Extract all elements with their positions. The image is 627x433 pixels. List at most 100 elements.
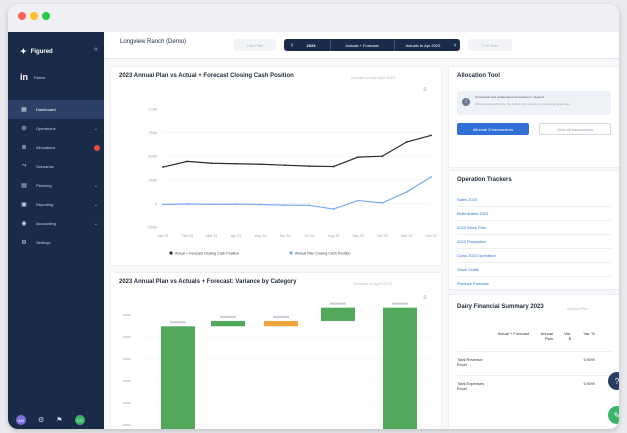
sidebar-item-planning[interactable]: ▤ Planning ⌄ — [8, 176, 104, 195]
variance-card: 2023 Annual Plan vs Actuals + Forecast: … — [110, 272, 442, 429]
sidebar-footer: AM ⚙ ⚑ CG — [16, 415, 85, 425]
x-tick-label: Oct 23 — [377, 234, 388, 238]
user-avatar[interactable]: AM — [16, 415, 26, 425]
tracker-item[interactable]: Produce Forecast — [457, 281, 489, 286]
chevron-down-icon: ⌄ — [93, 201, 98, 208]
y-tick-label — [123, 424, 131, 426]
full-year-pill[interactable]: Full Year — [468, 39, 512, 51]
minimize-dot[interactable] — [30, 12, 38, 20]
sidebar-item-operations[interactable]: ⚙ Operations ⌄ — [8, 119, 104, 138]
summary-divider — [457, 351, 611, 352]
tracker-divider — [457, 234, 611, 235]
header-var-pct: Var. % — [583, 331, 596, 336]
reporting-icon: ▣ — [21, 202, 27, 208]
link-plan-pill[interactable]: Link Plan — [234, 39, 276, 51]
cash-position-chart: 1.0M 750k 500k 250k 0 -250kJan 23 Feb 23 Mar 23… — [147, 107, 437, 256]
mode-select[interactable]: Actuals + Forecast — [330, 39, 393, 51]
sidebar-item-reporting[interactable]: ▣ Reporting ⌄ — [8, 195, 104, 214]
waterfall-bar — [161, 326, 195, 429]
chat-fab[interactable]: ✎ — [608, 406, 619, 424]
secondary-avatar[interactable]: CG — [74, 415, 85, 425]
year-select[interactable]: 2023 — [300, 39, 322, 51]
series-point — [210, 162, 213, 165]
figured-logo-icon: ✦ — [20, 47, 27, 56]
sidebar-item-label: Planning — [36, 183, 52, 188]
legend-label-1: Annual Plan Closing Cash Position — [295, 252, 351, 256]
chevron-down-icon: ⌄ — [93, 220, 98, 227]
series-point — [405, 141, 408, 143]
waterfall-bar — [264, 320, 298, 327]
sidebar-item-dashboard[interactable]: ▦ Dashboard — [8, 100, 104, 119]
row-label-revenue: Total Revenue Excel — [457, 357, 483, 367]
allocation-tool-card: Allocation Tool i Unresolved and Unalloc… — [448, 66, 619, 168]
view-transactions-button[interactable]: View all transactions — [539, 123, 611, 135]
sidebar-item-label: Accounting — [36, 221, 56, 226]
scenarios-icon: ⤳ — [21, 163, 27, 169]
series-point — [430, 176, 432, 178]
summary-title: Dairy Financial Summary 2023 — [457, 304, 544, 310]
notifications-icon[interactable]: ⚑ — [56, 416, 62, 424]
period-select[interactable]: Actuals to Apr 2023 — [394, 39, 451, 51]
notification-badge — [94, 144, 100, 151]
settings-gear-icon[interactable]: ⚙ — [38, 416, 44, 424]
tracker-divider — [457, 220, 611, 221]
row-label-expenses: Total Expenses Excel — [457, 381, 485, 391]
financial-summary-card: Dairy Financial Summary 2023 Annual Plan… — [448, 294, 619, 429]
tracker-item[interactable]: 2023 Stock Plan — [457, 225, 486, 230]
sidebar-item-accounting[interactable]: ◉ Accounting ⌄ — [8, 214, 104, 233]
farm-logo: in — [20, 72, 28, 82]
sidebar-item-settings[interactable]: ⚙ Settings — [8, 233, 104, 252]
close-dot[interactable] — [18, 12, 26, 20]
sidebar-item-label: Operations — [36, 126, 56, 131]
brand-logo[interactable]: ✦ Figured — [20, 47, 53, 56]
sidebar-item-scenarios[interactable]: ⤳ Scenarios — [8, 157, 104, 176]
row-value-revenue-pct: 0.00% — [583, 357, 595, 362]
header-annual-plan: Annual Plan — [540, 331, 553, 341]
series-point — [186, 203, 189, 205]
series-point — [381, 155, 384, 158]
tracker-item[interactable]: Stock Crafts — [457, 267, 479, 272]
tracker-item[interactable]: 2023 Production — [457, 239, 486, 244]
collapse-sidebar-icon[interactable]: « — [94, 46, 98, 53]
next-period-button[interactable]: › — [450, 39, 460, 51]
tracker-item[interactable]: Sales 2023 — [457, 197, 477, 202]
series-point — [162, 203, 164, 206]
operation-trackers-card: Operation Trackers Sales 2023 Birth/death… — [448, 170, 619, 291]
planning-icon: ▤ — [21, 183, 27, 189]
accounting-icon: ◉ — [21, 221, 27, 227]
y-tick-label — [123, 358, 131, 360]
sidebar-item-label: Dashboard — [36, 107, 56, 112]
farm-name: Farms — [34, 74, 46, 80]
series-point — [259, 203, 262, 206]
series-point — [308, 204, 311, 207]
summary-subtitle[interactable]: Annual Plan — [567, 306, 589, 311]
x-tick-label: Jul 23 — [304, 234, 314, 238]
info-icon: i — [462, 98, 470, 106]
series-point — [381, 202, 384, 204]
series-point — [308, 165, 311, 168]
cash-position-card: 2023 Annual Plan vs Actual + Forecast Cl… — [110, 66, 442, 266]
x-tick-label: Mar 23 — [206, 234, 217, 238]
series-point — [283, 204, 286, 206]
tracker-divider — [457, 290, 611, 291]
sidebar-item-allocations[interactable]: ≣ Allocations — [8, 138, 104, 157]
bar-data-label — [273, 315, 289, 318]
y-tick-label — [123, 402, 131, 404]
tracker-item[interactable]: Cows 2023 Operation — [457, 253, 496, 258]
farm-selector[interactable]: in Farms — [20, 72, 45, 82]
maximize-dot[interactable] — [42, 12, 50, 20]
allocate-transactions-button[interactable]: Allocate 5 transactions — [457, 123, 529, 135]
allocation-notice: i Unresolved and Unallocated transaction… — [457, 91, 611, 115]
tracker-item[interactable]: Birth/deaths 2023 — [457, 211, 488, 216]
notice-line-1: Unresolved and Unallocated transactions … — [475, 95, 544, 99]
help-fab[interactable]: ? — [608, 372, 619, 390]
y-tick-label: 0 — [155, 201, 158, 206]
project-title[interactable]: Longview Ranch (Demo) — [120, 39, 186, 45]
settings-icon: ⚙ — [21, 240, 27, 246]
previous-period-button[interactable]: ‹ — [286, 39, 298, 51]
allocation-title: Allocation Tool — [457, 73, 500, 79]
variance-chart — [123, 302, 431, 429]
x-tick-label: Apr 23 — [231, 234, 242, 238]
bar-data-label — [170, 321, 186, 324]
series-point — [405, 191, 408, 193]
